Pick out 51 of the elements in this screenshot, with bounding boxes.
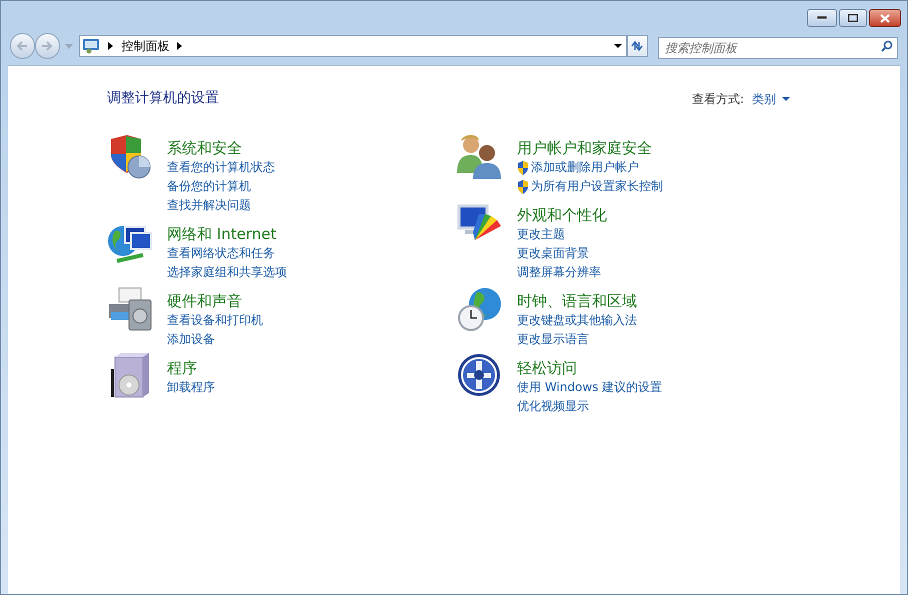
globe-clock-icon[interactable] bbox=[457, 286, 503, 332]
refresh-icon bbox=[630, 40, 644, 52]
breadcrumb[interactable]: 控制面板 bbox=[121, 37, 170, 55]
minimize-button[interactable] bbox=[807, 9, 837, 27]
task-link[interactable]: 选择家庭组和共享选项 bbox=[167, 263, 287, 282]
minimize-icon bbox=[817, 16, 827, 20]
task-link[interactable]: 更改主题 bbox=[517, 225, 565, 244]
view-by-dropdown[interactable]: 类别 bbox=[752, 90, 790, 108]
category-link[interactable]: 网络和 Internet bbox=[167, 225, 287, 244]
category-link[interactable]: 硬件和声音 bbox=[167, 292, 263, 311]
page-heading: 调整计算机的设置 bbox=[107, 89, 219, 108]
task-link[interactable]: 查找并解决问题 bbox=[167, 196, 251, 215]
search-field[interactable]: 搜索控制面板 bbox=[658, 37, 898, 59]
task-link[interactable]: 更改显示语言 bbox=[517, 330, 589, 349]
task-link[interactable]: 调整屏幕分辨率 bbox=[517, 263, 601, 282]
task-link[interactable]: 查看网络状态和任务 bbox=[167, 244, 275, 263]
task-link[interactable]: 优化视频显示 bbox=[517, 397, 589, 416]
printer-speaker-icon[interactable] bbox=[107, 286, 153, 332]
close-icon bbox=[880, 14, 890, 22]
category-link[interactable]: 用户帐户和家庭安全 bbox=[517, 139, 663, 158]
task-link[interactable]: 查看您的计算机状态 bbox=[167, 158, 275, 177]
task-link[interactable]: 使用 Windows 建议的设置 bbox=[517, 378, 662, 397]
maximize-icon bbox=[848, 14, 858, 22]
category-link[interactable]: 时钟、语言和区域 bbox=[517, 292, 637, 311]
chevron-icon bbox=[108, 42, 114, 50]
caret-icon bbox=[64, 44, 73, 48]
address-bar[interactable]: 控制面板 bbox=[79, 35, 627, 57]
task-link[interactable]: 添加或删除用户帐户 bbox=[531, 158, 639, 177]
task-link[interactable]: 更改键盘或其他输入法 bbox=[517, 311, 637, 330]
task-link[interactable]: 查看设备和打印机 bbox=[167, 311, 263, 330]
control-panel-icon bbox=[82, 38, 100, 54]
refresh-button[interactable] bbox=[626, 35, 648, 57]
category-link[interactable]: 轻松访问 bbox=[517, 359, 662, 378]
caret-icon bbox=[782, 96, 790, 100]
chevron-icon[interactable] bbox=[177, 42, 182, 50]
category-link[interactable]: 程序 bbox=[167, 359, 215, 378]
two-people-icon[interactable] bbox=[457, 133, 503, 179]
right-arrow-icon bbox=[41, 41, 54, 51]
task-link[interactable]: 卸载程序 bbox=[167, 378, 215, 397]
task-link[interactable]: 更改桌面背景 bbox=[517, 244, 589, 263]
task-link[interactable]: 备份您的计算机 bbox=[167, 177, 251, 196]
close-button[interactable] bbox=[869, 9, 901, 27]
maximize-button[interactable] bbox=[839, 9, 867, 27]
search-icon bbox=[880, 40, 893, 52]
left-arrow-icon bbox=[16, 41, 28, 51]
category-link[interactable]: 外观和个性化 bbox=[517, 206, 607, 225]
category-link[interactable]: 系统和安全 bbox=[167, 139, 275, 158]
task-link[interactable]: 添加设备 bbox=[167, 330, 215, 349]
view-by-label: 查看方式: bbox=[692, 90, 744, 108]
caret-icon bbox=[614, 44, 622, 48]
task-link[interactable]: 为所有用户设置家长控制 bbox=[531, 177, 663, 196]
